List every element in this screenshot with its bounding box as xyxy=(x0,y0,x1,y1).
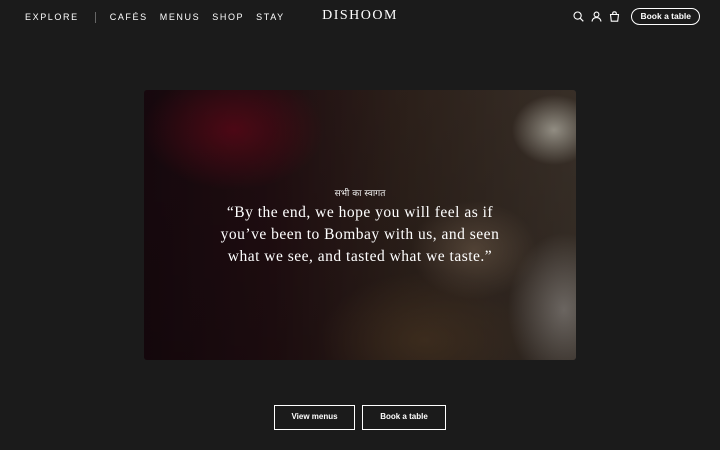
quote-line: “By the end, we hope you will feel as if xyxy=(226,204,494,221)
utility-nav: Book a table xyxy=(571,8,700,25)
page: EXPLORE CAFÉS MENUS SHOP STAY DISHOOM Bo… xyxy=(0,0,720,450)
search-icon[interactable] xyxy=(571,9,585,25)
nav-stay[interactable]: STAY xyxy=(256,11,285,23)
cta-row: View menus Book a table xyxy=(0,405,720,430)
header-book-table-button[interactable]: Book a table xyxy=(631,8,700,25)
primary-nav: EXPLORE CAFÉS MENUS SHOP STAY xyxy=(25,11,285,23)
nav-explore[interactable]: EXPLORE xyxy=(25,11,79,23)
hero-image: सभी का स्वागत “By the end, we hope you w… xyxy=(144,90,576,360)
basket-icon[interactable] xyxy=(607,9,621,25)
nav-divider xyxy=(94,11,96,23)
hero-quote: “By the end, we hope you will feel as if… xyxy=(180,202,540,268)
nav-menus[interactable]: MENUS xyxy=(160,11,201,23)
site-header: EXPLORE CAFÉS MENUS SHOP STAY DISHOOM Bo… xyxy=(0,0,720,34)
view-menus-button[interactable]: View menus xyxy=(274,405,355,430)
quote-line: what we see, and tasted what we taste.” xyxy=(227,248,493,265)
hero-subtitle: सभी का स्वागत xyxy=(334,189,386,199)
site-logo[interactable]: DISHOOM xyxy=(322,8,398,23)
nav-shop[interactable]: SHOP xyxy=(212,11,244,23)
book-table-button[interactable]: Book a table xyxy=(362,405,446,430)
nav-cafes[interactable]: CAFÉS xyxy=(110,11,148,23)
account-icon[interactable] xyxy=(589,9,603,25)
quote-line: you’ve been to Bombay with us, and seen xyxy=(220,226,500,243)
